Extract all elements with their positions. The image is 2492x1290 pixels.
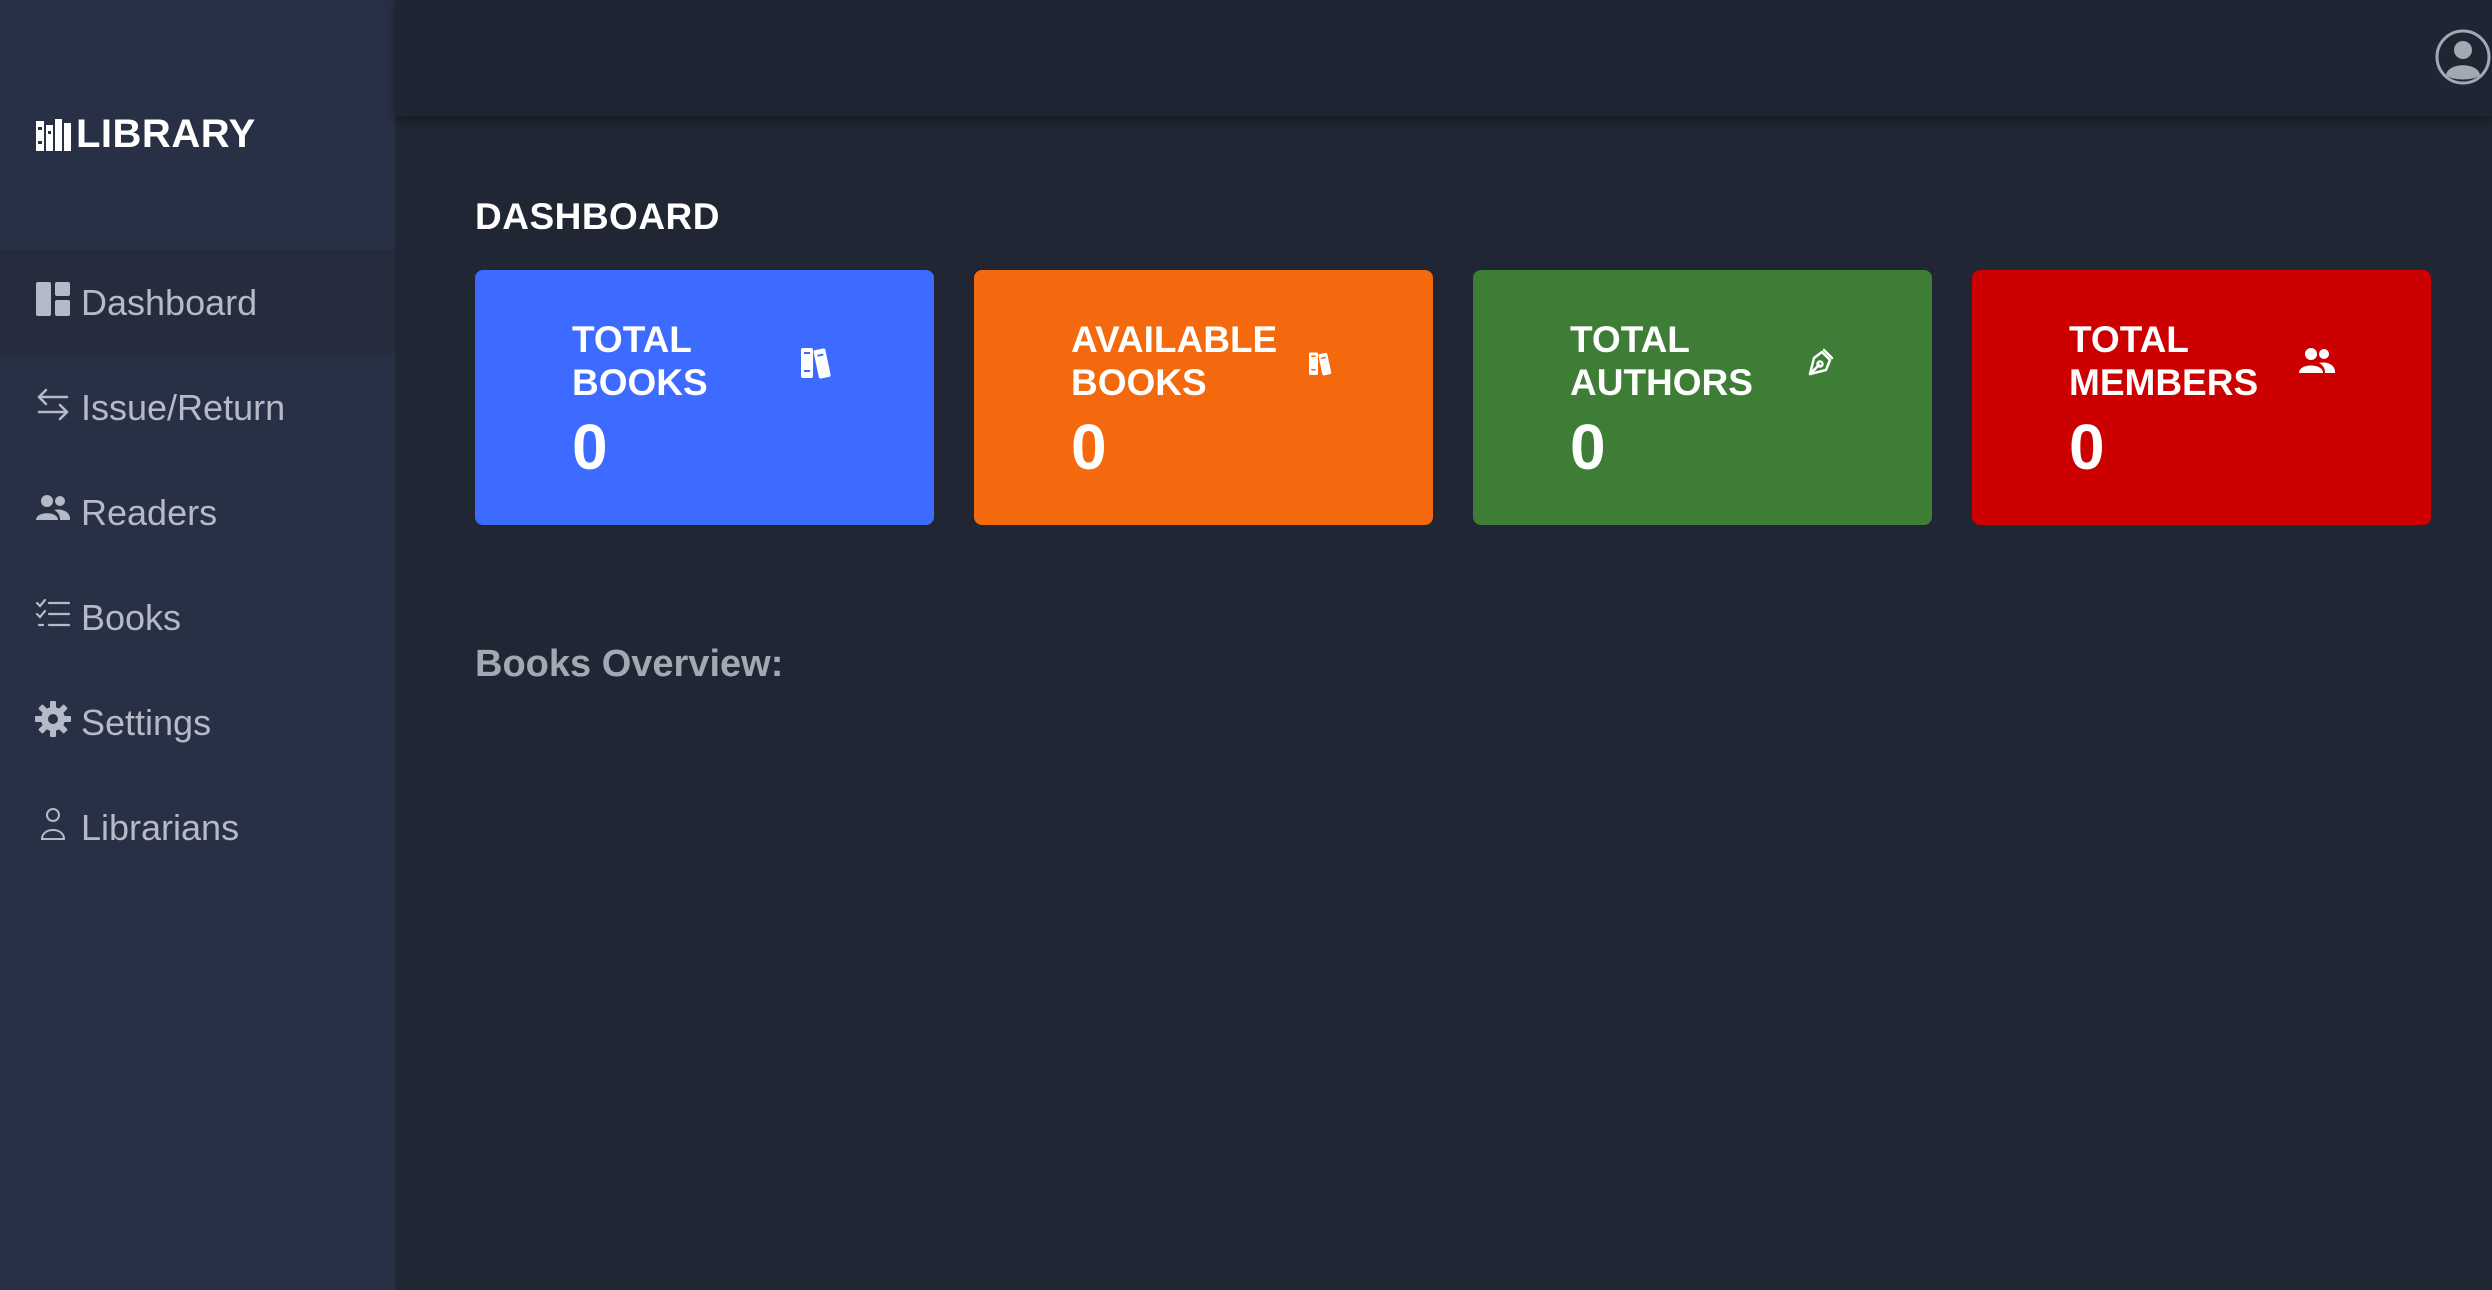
stat-card-label-line: TOTAL	[1570, 319, 1690, 360]
books-icon	[797, 342, 837, 382]
sidebar-nav: Dashboard Issue/Return Readers Books Set…	[0, 250, 395, 880]
stat-card-label-line: BOOKS	[1071, 362, 1207, 403]
stat-card-value: 0	[1570, 411, 1606, 483]
gear-icon	[34, 700, 72, 738]
stat-card-label: TOTAL MEMBERS	[2069, 318, 2258, 404]
stat-card-value: 0	[2069, 411, 2105, 483]
top-bar	[395, 0, 2492, 116]
stat-card-total-members[interactable]: TOTAL MEMBERS 0	[1972, 270, 2431, 525]
stat-card-label-line: TOTAL	[2069, 319, 2189, 360]
stat-card-label: TOTAL AUTHORS	[1570, 318, 1753, 404]
dashboard-icon	[34, 280, 72, 318]
sidebar-item-label: Issue/Return	[81, 386, 286, 428]
people-icon	[34, 490, 72, 528]
sidebar-item-label: Dashboard	[81, 281, 258, 323]
brand-name: LIBRARY	[76, 112, 256, 156]
stat-card-label-line: TOTAL	[572, 319, 692, 360]
brand-logo[interactable]: LIBRARY	[34, 112, 256, 157]
stat-card-label-line: BOOKS	[572, 362, 708, 403]
stat-card-total-books[interactable]: TOTAL BOOKS 0	[475, 270, 934, 525]
stat-cards: TOTAL BOOKS 0 AVAILABLE BOOKS 0 TOTAL AU…	[475, 270, 2431, 525]
sidebar-item-label: Librarians	[81, 806, 240, 848]
sidebar-item-label: Settings	[81, 701, 212, 743]
sidebar-item-dashboard[interactable]: Dashboard	[0, 250, 395, 355]
sidebar-item-label: Books	[81, 596, 182, 638]
list-check-icon	[34, 595, 72, 633]
stat-card-label: AVAILABLE BOOKS	[1071, 318, 1277, 404]
stat-card-value: 0	[572, 411, 608, 483]
pen-nib-icon	[1800, 342, 1840, 382]
sidebar-item-readers[interactable]: Readers	[0, 460, 395, 565]
sidebar-item-issue-return[interactable]: Issue/Return	[0, 355, 395, 460]
sidebar-item-settings[interactable]: Settings	[0, 670, 395, 775]
sidebar: LIBRARY Dashboard Issue/Return Readers B…	[0, 0, 395, 1290]
library-icon	[36, 118, 71, 151]
stat-card-available-books[interactable]: AVAILABLE BOOKS 0	[974, 270, 1433, 525]
person-outline-icon	[34, 805, 72, 843]
books-icon	[1306, 348, 1336, 378]
sidebar-item-books[interactable]: Books	[0, 565, 395, 670]
stat-card-label-line: AUTHORS	[1570, 362, 1753, 403]
page-title: DASHBOARD	[475, 196, 720, 237]
stat-card-label-line: AVAILABLE	[1071, 319, 1278, 360]
stat-card-value: 0	[1071, 411, 1107, 483]
stat-card-total-authors[interactable]: TOTAL AUTHORS 0	[1473, 270, 1932, 525]
sidebar-item-label: Readers	[81, 491, 218, 533]
stat-card-label: TOTAL BOOKS	[572, 318, 708, 404]
books-overview-title: Books Overview:	[475, 643, 784, 685]
arrows-exchange-icon	[34, 385, 72, 423]
sidebar-item-librarians[interactable]: Librarians	[0, 775, 395, 880]
user-circle-icon[interactable]	[2434, 28, 2492, 86]
people-icon	[2297, 342, 2337, 382]
stat-card-label-line: MEMBERS	[2069, 362, 2259, 403]
